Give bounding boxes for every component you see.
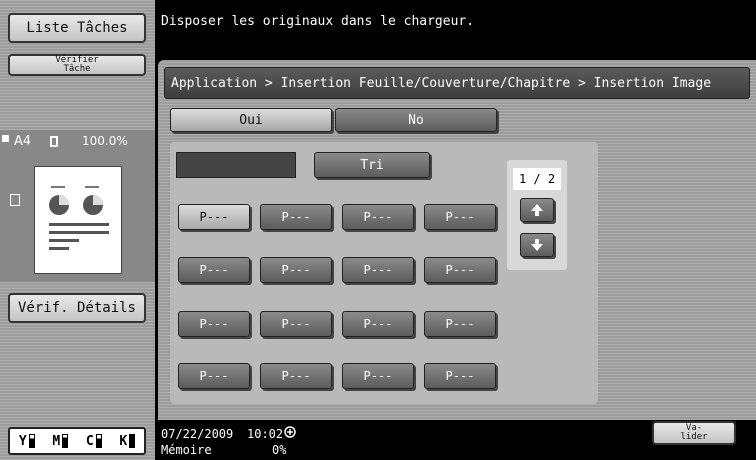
paper-size: A4 xyxy=(14,134,32,149)
page-preview xyxy=(34,166,122,274)
validate-button[interactable]: Va- lider xyxy=(652,421,736,445)
page-button[interactable]: P--- xyxy=(342,363,414,389)
toner-magenta: M xyxy=(52,434,69,449)
page-button[interactable]: P--- xyxy=(424,363,496,389)
yes-button[interactable]: Oui xyxy=(170,108,332,132)
no-button[interactable]: No xyxy=(335,108,497,132)
toner-bar: Y M C K xyxy=(8,427,146,455)
page-thumbnail-icon xyxy=(49,186,109,250)
page-indicator: 1 / 2 xyxy=(513,168,561,190)
page-button[interactable]: P--- xyxy=(260,363,332,389)
page-button[interactable]: P--- xyxy=(424,311,496,337)
page-button[interactable]: P--- xyxy=(342,204,414,230)
arrow-up-icon xyxy=(531,204,543,216)
toner-black: K xyxy=(119,434,136,449)
paper-tray-icon xyxy=(2,135,9,142)
page-button[interactable]: P--- xyxy=(178,204,250,230)
toner-cyan: C xyxy=(86,434,102,449)
copy-count-icon xyxy=(10,194,20,206)
check-job-button[interactable]: Vérifier Tâche xyxy=(8,54,146,76)
sort-button[interactable]: Tri xyxy=(314,152,430,178)
toner-cyan-level xyxy=(95,434,102,448)
paper-info-row: A4 100.0% xyxy=(2,134,152,152)
toner-magenta-level xyxy=(62,434,69,448)
breadcrumb-text: Application > Insertion Feuille/Couvertu… xyxy=(171,75,712,91)
page-up-button[interactable] xyxy=(520,198,554,222)
memory-value: 0% xyxy=(272,443,287,457)
memory-label: Mémoire xyxy=(161,443,212,457)
page-button[interactable]: P--- xyxy=(424,257,496,283)
page-button[interactable]: P--- xyxy=(260,311,332,337)
toner-yellow-level xyxy=(28,434,35,448)
check-details-button[interactable]: Vérif. Détails xyxy=(8,293,146,323)
page-button[interactable]: P--- xyxy=(342,311,414,337)
validate-label: Va- lider xyxy=(680,423,708,442)
page-button[interactable]: P--- xyxy=(178,311,250,337)
job-list-button[interactable]: Liste Tâches xyxy=(8,13,146,43)
toner-yellow: Y xyxy=(19,434,35,449)
page-number-display xyxy=(176,152,296,178)
page-button[interactable]: P--- xyxy=(260,204,332,230)
toner-black-level xyxy=(129,434,136,448)
page-button[interactable]: P--- xyxy=(342,257,414,283)
orientation-icon xyxy=(50,136,58,147)
page-button[interactable]: P--- xyxy=(178,363,250,389)
arrow-down-icon xyxy=(531,239,543,251)
status-date: 07/22/2009 xyxy=(161,427,234,441)
status-time: 10:02 xyxy=(247,427,284,441)
network-icon xyxy=(284,423,296,438)
check-job-label: Vérifier Tâche xyxy=(55,55,99,74)
page-button[interactable]: P--- xyxy=(424,204,496,230)
zoom-level: 100.0% xyxy=(82,134,128,148)
page-button[interactable]: P--- xyxy=(178,257,250,283)
page-down-button[interactable] xyxy=(520,233,554,257)
page-button[interactable]: P--- xyxy=(260,257,332,283)
breadcrumb: Application > Insertion Feuille/Couvertu… xyxy=(164,67,750,99)
message-text: Disposer les originaux dans le chargeur. xyxy=(161,14,475,29)
